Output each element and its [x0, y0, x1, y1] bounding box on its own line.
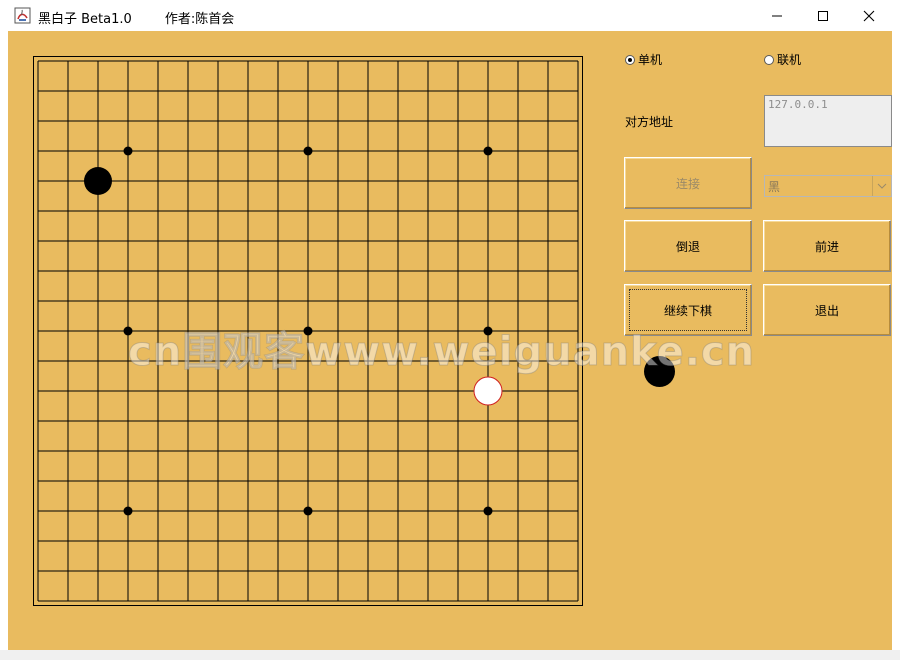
maximize-button[interactable]	[800, 0, 846, 31]
go-board[interactable]	[37, 60, 579, 602]
star-point	[483, 506, 493, 516]
star-point	[303, 146, 313, 156]
mode-single-radio[interactable]: 单机	[625, 51, 662, 68]
address-label: 对方地址	[625, 115, 674, 129]
white-stone[interactable]	[473, 376, 503, 406]
title-bar: 黑白子 Beta1.0 作者:陈首会	[0, 0, 900, 31]
black-stone[interactable]	[84, 167, 112, 195]
java-app-icon	[14, 7, 31, 24]
undo-button[interactable]: 倒退	[624, 220, 752, 272]
game-panel: 单机 联机 对方地址 127.0.0.1 连接 黑 倒退 前进 继续下棋 退出 …	[8, 31, 892, 650]
focus-ring	[629, 289, 747, 331]
close-button[interactable]	[846, 0, 892, 31]
stone-color-select[interactable]: 黑	[764, 175, 892, 197]
maximize-icon	[818, 10, 828, 21]
mode-network-label: 联机	[777, 53, 802, 67]
mode-single-label: 单机	[638, 53, 663, 67]
mode-network-radio[interactable]: 联机	[764, 51, 801, 68]
stone-color-value: 黑	[768, 179, 781, 194]
close-icon	[863, 10, 875, 21]
forward-label: 前进	[814, 239, 839, 254]
star-point	[483, 146, 493, 156]
star-point	[123, 326, 133, 336]
connect-label: 连接	[675, 176, 700, 191]
minimize-icon	[772, 15, 782, 16]
window-title: 黑白子 Beta1.0 作者:陈首会	[38, 12, 235, 27]
star-point	[483, 326, 493, 336]
chevron-down-icon	[872, 176, 891, 196]
current-turn-stone	[644, 356, 675, 387]
undo-label: 倒退	[675, 239, 700, 254]
continue-button[interactable]: 继续下棋	[624, 284, 752, 336]
exit-label: 退出	[814, 303, 839, 318]
exit-button[interactable]: 退出	[763, 284, 891, 336]
connect-button[interactable]: 连接	[624, 157, 752, 209]
radio-unselected-icon	[764, 54, 774, 65]
star-point	[303, 506, 313, 516]
forward-button[interactable]: 前进	[763, 220, 891, 272]
minimize-button[interactable]	[754, 0, 800, 31]
star-point	[123, 146, 133, 156]
star-point	[303, 326, 313, 336]
background-window	[0, 650, 900, 660]
star-point	[123, 506, 133, 516]
radio-selected-icon	[625, 54, 635, 65]
address-input[interactable]: 127.0.0.1	[764, 95, 892, 147]
